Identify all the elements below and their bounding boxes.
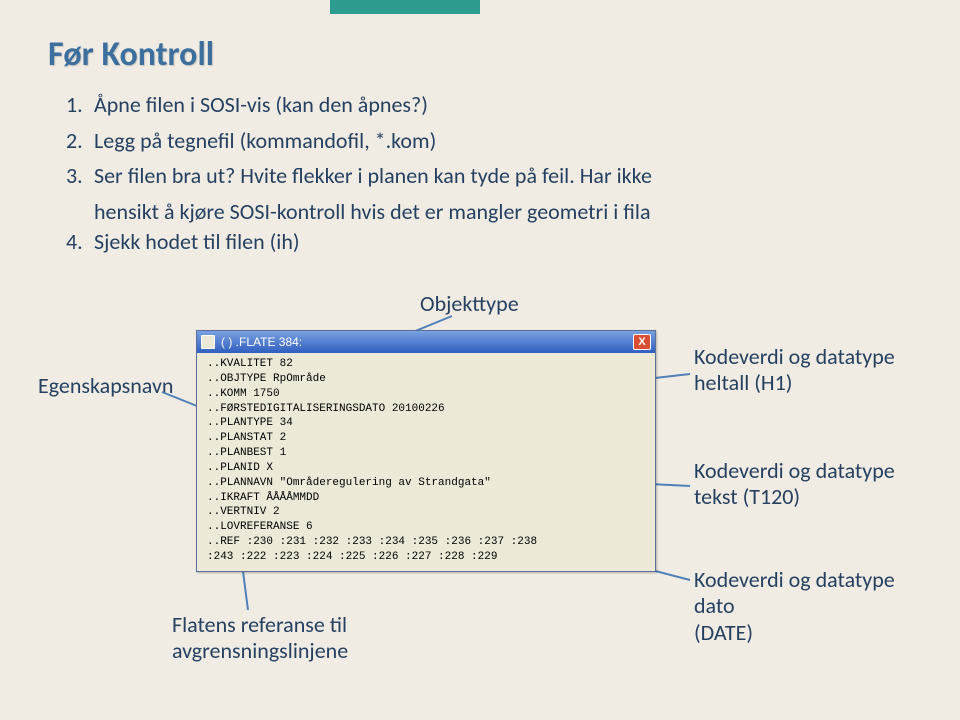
list-item: 1. Åpne filen i SOSI-vis (kan den åpnes?… (66, 90, 886, 120)
label-line: (DATE) (694, 619, 753, 646)
code-line: ..VERTNIV 2 (207, 506, 280, 518)
window-title: ( ) .FLATE 384: (221, 335, 633, 349)
code-line: ..REF :230 :231 :232 :233 :234 :235 :236… (207, 536, 537, 548)
window-body: ..KVALITET 82 ..OBJTYPE RpOmråde ..KOMM … (197, 353, 655, 571)
label-kodeverdi-heltall: Kodeverdi og datatype heltall (H1) (694, 344, 934, 397)
label-line: heltall (H1) (694, 369, 792, 396)
code-line: ..PLANSTAT 2 (207, 432, 286, 444)
label-objekttype: Objekttype (420, 290, 519, 317)
top-accent-strip (330, 0, 480, 14)
list-number: 1. (66, 90, 94, 120)
slide: Før Kontroll 1. Åpne filen i SOSI-vis (k… (0, 0, 960, 720)
list-text: Ser filen bra ut? Hvite flekker i planen… (94, 161, 652, 191)
list-text: Legg på tegnefil (kommandofil, *.kom) (94, 126, 436, 156)
code-line: ..PLANNAVN "Områderegulering av Strandga… (207, 477, 491, 489)
code-line: ..FØRSTEDIGITALISERINGSDATO 20100226 (207, 403, 445, 415)
label-line: Flatens referanse til (172, 611, 347, 638)
window-icon (201, 335, 215, 349)
list-text: Sjekk hodet til filen (ih) (94, 227, 300, 257)
list-item: 4. Sjekk hodet til filen (ih) (66, 227, 886, 257)
label-egenskapsnavn: Egenskapsnavn (38, 372, 173, 399)
page-title: Før Kontroll (48, 34, 214, 75)
code-line: ..PLANTYPE 34 (207, 417, 293, 429)
close-icon[interactable]: X (633, 334, 651, 350)
label-line: tekst (T120) (694, 483, 800, 510)
label-flatens-referanse: Flatens referanse til avgrensningslinjen… (172, 612, 392, 665)
list-item: 3. Ser filen bra ut? Hvite flekker i pla… (66, 161, 886, 191)
label-kodeverdi-tekst: Kodeverdi og datatype tekst (T120) (694, 458, 934, 511)
window-titlebar[interactable]: ( ) .FLATE 384: X (197, 331, 655, 353)
list-number: 3. (66, 161, 94, 191)
code-line: ..OBJTYPE RpOmråde (207, 373, 326, 385)
list-text: hensikt å kjøre SOSI-kontroll hvis det e… (94, 198, 651, 225)
sosi-window: ( ) .FLATE 384: X ..KVALITET 82 ..OBJTYP… (196, 330, 656, 572)
code-line: :243 :222 :223 :224 :225 :226 :227 :228 … (207, 551, 497, 563)
code-line: ..IKRAFT ÅÅÅÅMMDD (207, 492, 319, 504)
label-kodeverdi-dato: Kodeverdi og datatype dato (DATE) (694, 567, 934, 646)
list-number: 4. (66, 227, 94, 257)
instruction-list: 1. Åpne filen i SOSI-vis (kan den åpnes?… (66, 90, 886, 262)
code-line: ..PLANBEST 1 (207, 447, 286, 459)
label-line: Kodeverdi og datatype (694, 457, 895, 484)
list-number: 2. (66, 126, 94, 156)
code-line: ..LOVREFERANSE 6 (207, 521, 313, 533)
label-line: Kodeverdi og datatype (694, 343, 895, 370)
label-line: Kodeverdi og datatype dato (694, 566, 895, 619)
code-line: ..PLANID X (207, 462, 273, 474)
code-line: ..KVALITET 82 (207, 358, 293, 370)
list-text: Åpne filen i SOSI-vis (kan den åpnes?) (94, 90, 428, 120)
code-line: ..KOMM 1750 (207, 388, 280, 400)
label-line: avgrensningslinjene (172, 637, 348, 664)
list-item: 2. Legg på tegnefil (kommandofil, *.kom) (66, 126, 886, 156)
list-item-continuation: hensikt å kjøre SOSI-kontroll hvis det e… (66, 197, 886, 227)
